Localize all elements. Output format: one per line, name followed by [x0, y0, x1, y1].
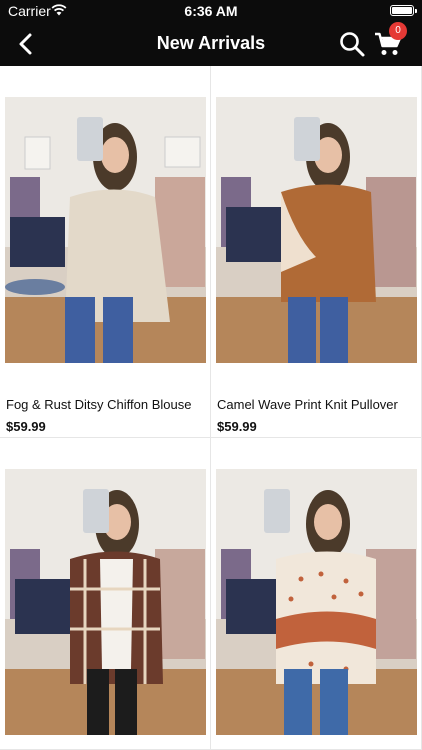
product-grid: Fog & Rust Ditsy Chiffon Blouse $59.99 C… [0, 66, 422, 750]
product-card[interactable] [0, 438, 211, 750]
top-bar: Carrier 6:36 AM New Arrivals 0 [0, 0, 422, 66]
product-image [5, 469, 206, 735]
product-name: Fog & Rust Ditsy Chiffon Blouse [6, 397, 192, 412]
product-image [216, 469, 417, 735]
product-name: Camel Wave Print Knit Pullover [217, 397, 398, 412]
battery-icon [390, 5, 417, 16]
search-button[interactable] [338, 30, 366, 58]
product-image [5, 97, 206, 363]
product-price: $59.99 [6, 419, 46, 434]
product-card[interactable] [211, 438, 422, 750]
product-image [216, 97, 417, 363]
status-bar: Carrier 6:36 AM [0, 0, 422, 22]
status-time: 6:36 AM [184, 3, 238, 19]
product-price: $59.99 [217, 419, 257, 434]
product-card[interactable]: Fog & Rust Ditsy Chiffon Blouse $59.99 [0, 66, 211, 438]
navigation-bar: New Arrivals 0 [0, 22, 422, 66]
cart-count-badge: 0 [389, 22, 407, 40]
search-icon [340, 32, 365, 57]
product-card[interactable]: Camel Wave Print Knit Pullover $59.99 [211, 66, 422, 438]
